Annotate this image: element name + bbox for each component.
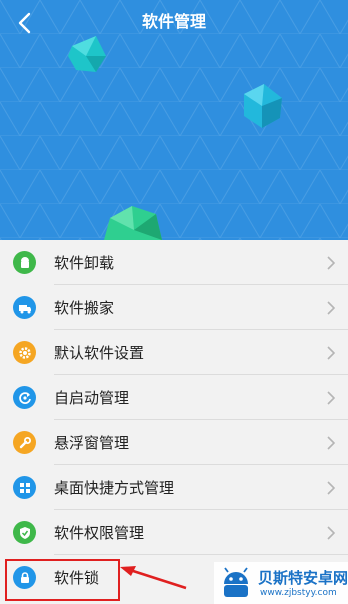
wrench-icon bbox=[13, 431, 36, 454]
menu-item-move-apps[interactable]: 软件搬家 bbox=[0, 285, 348, 330]
watermark-url: www.zjbstyy.com bbox=[260, 588, 337, 598]
chevron-right-icon bbox=[327, 255, 336, 270]
chevron-right-icon bbox=[327, 525, 336, 540]
menu-item-label: 软件搬家 bbox=[54, 299, 115, 317]
truck-icon bbox=[13, 296, 36, 319]
menu-item-default-apps[interactable]: 默认软件设置 bbox=[0, 330, 348, 375]
android-logo-icon bbox=[224, 567, 248, 597]
grid-icon bbox=[13, 476, 36, 499]
menu-item-autostart[interactable]: 自启动管理 bbox=[0, 375, 348, 420]
menu-item-label: 桌面快捷方式管理 bbox=[54, 479, 175, 497]
menu-item-label: 软件锁 bbox=[54, 569, 100, 587]
menu-item-label: 自启动管理 bbox=[54, 389, 130, 407]
chevron-right-icon bbox=[327, 345, 336, 360]
arrow-icon bbox=[120, 566, 187, 590]
menu-item-floating-window[interactable]: 悬浮窗管理 bbox=[0, 420, 348, 465]
chevron-right-icon bbox=[327, 480, 336, 495]
menu-item-desktop-shortcuts[interactable]: 桌面快捷方式管理 bbox=[0, 465, 348, 510]
header-banner: 软件管理 bbox=[0, 0, 348, 240]
menu-item-permissions[interactable]: 软件权限管理 bbox=[0, 510, 348, 555]
power-cycle-icon bbox=[13, 386, 36, 409]
chevron-right-icon bbox=[327, 390, 336, 405]
chevron-right-icon bbox=[327, 435, 336, 450]
shield-check-icon bbox=[13, 521, 36, 544]
menu-item-label: 悬浮窗管理 bbox=[54, 434, 130, 452]
settings-list: 软件卸载 软件搬家 默认软件设置 自启动管理 悬浮窗管理 桌面快捷方式管理 软件… bbox=[0, 240, 348, 604]
menu-item-label: 默认软件设置 bbox=[54, 344, 145, 362]
menu-item-uninstall[interactable]: 软件卸载 bbox=[0, 240, 348, 285]
gear-icon bbox=[13, 341, 36, 364]
watermark: 贝斯特安卓网 www.zjbstyy.com bbox=[214, 562, 348, 604]
page-title: 软件管理 bbox=[141, 12, 206, 31]
menu-item-label: 软件权限管理 bbox=[54, 524, 145, 542]
chevron-right-icon bbox=[327, 300, 336, 315]
lock-icon bbox=[13, 566, 36, 589]
menu-item-label: 软件卸载 bbox=[54, 254, 115, 272]
android-icon bbox=[13, 251, 36, 274]
watermark-title: 贝斯特安卓网 bbox=[258, 569, 348, 587]
